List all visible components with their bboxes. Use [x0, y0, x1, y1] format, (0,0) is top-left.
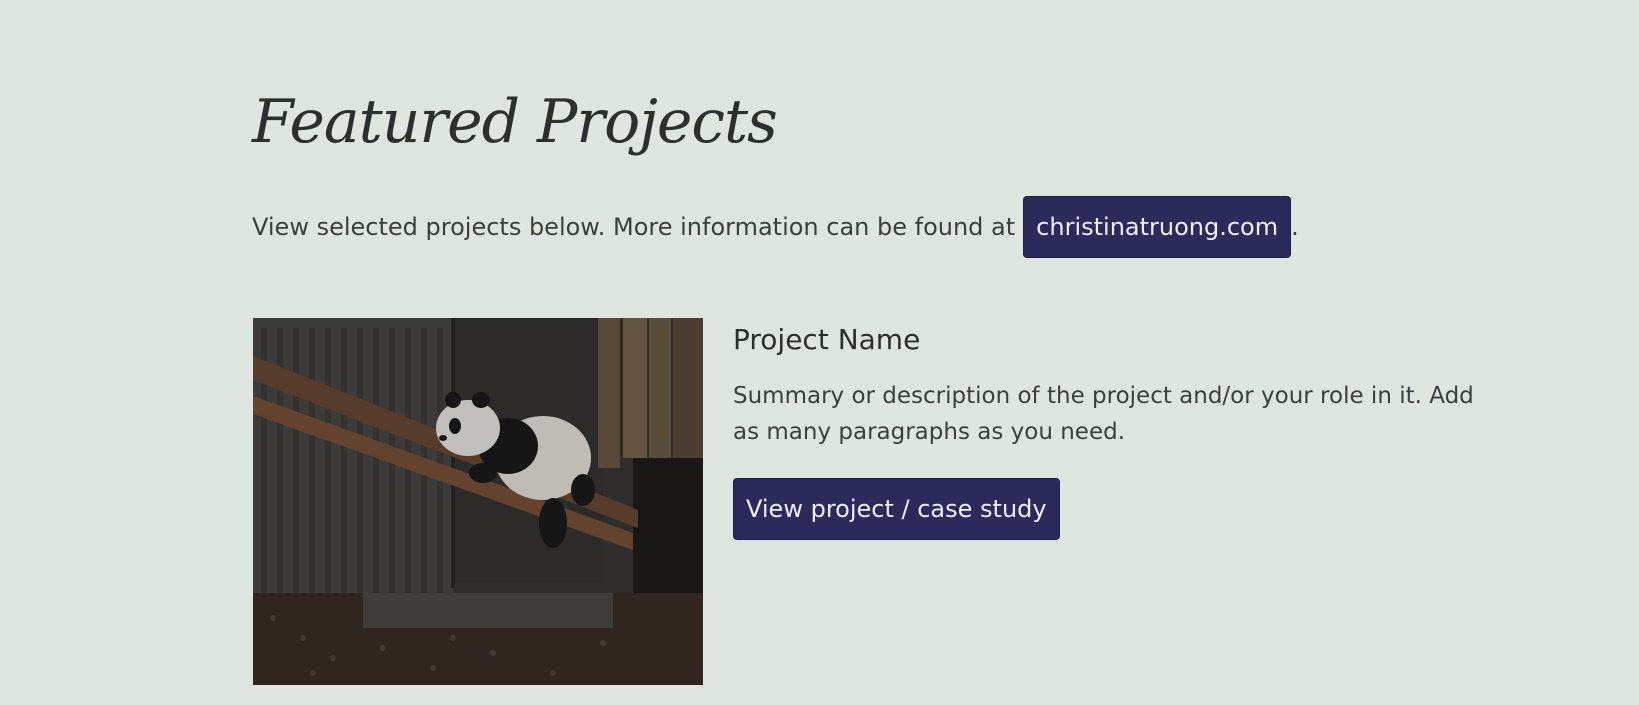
project-image — [253, 318, 703, 685]
panda-photo — [253, 318, 703, 685]
section-title: Featured Projects — [252, 87, 778, 157]
intro-text: View selected projects below. More infor… — [252, 213, 1016, 241]
view-project-button[interactable]: View project / case study — [733, 478, 1060, 540]
project-name: Project Name — [733, 323, 921, 356]
featured-projects-section: Featured Projects View selected projects… — [0, 0, 1639, 705]
intro-paragraph: View selected projects below. More infor… — [252, 196, 1299, 258]
intro-suffix: . — [1291, 213, 1299, 241]
project-summary: Summary or description of the project an… — [733, 383, 1474, 445]
website-link[interactable]: christinatruong.com — [1023, 196, 1292, 258]
project-info: Project Name Summary or description of t… — [733, 318, 1493, 540]
